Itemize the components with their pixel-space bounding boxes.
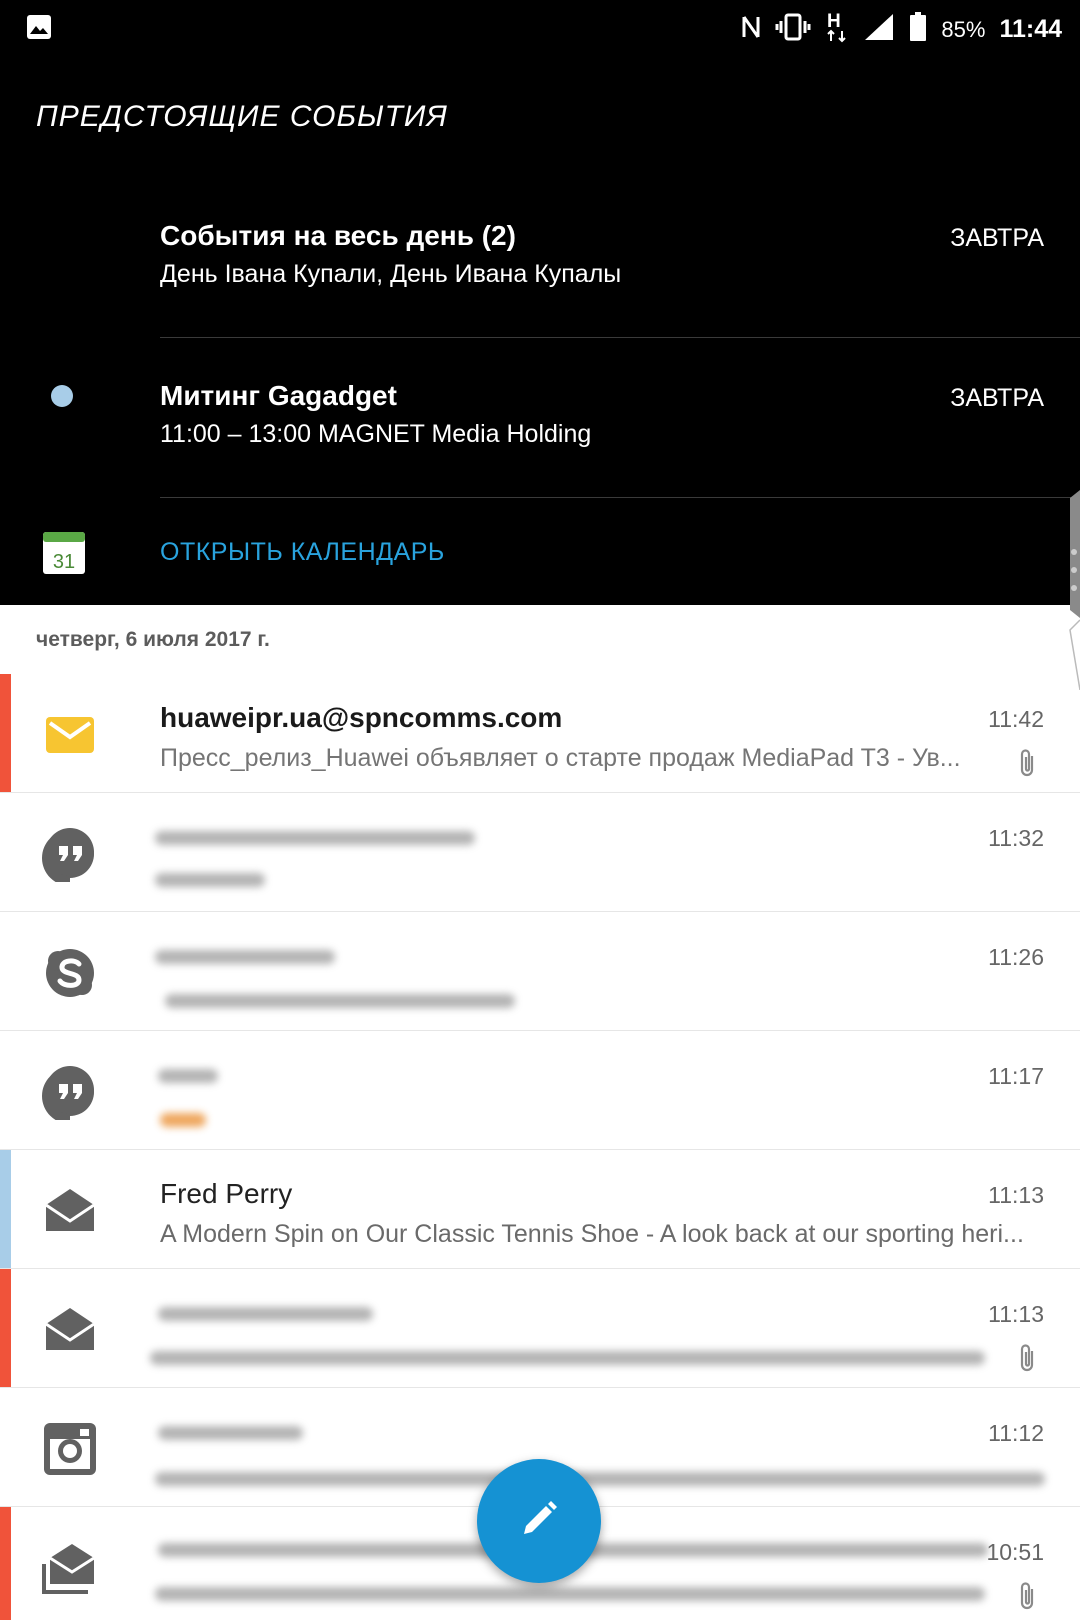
snippet: Пресс_релиз_Huawei объявляет о старте пр… xyxy=(160,744,961,772)
battery-icon xyxy=(909,12,927,47)
redacted-snippet xyxy=(165,994,515,1008)
attachment-icon xyxy=(1018,1581,1038,1616)
svg-text:31: 31 xyxy=(53,551,75,573)
vibrate-icon xyxy=(775,13,811,46)
date-header: четверг, 6 июля 2017 г. xyxy=(36,628,270,651)
event-when: ЗАВТРА xyxy=(950,224,1044,252)
image-icon xyxy=(26,14,52,45)
email-icon xyxy=(42,707,98,763)
nfc-icon xyxy=(741,13,761,46)
priority-stripe xyxy=(0,1507,11,1620)
time: 11:12 xyxy=(988,1420,1044,1446)
clock: 11:44 xyxy=(999,15,1062,43)
hangouts-icon xyxy=(42,1064,98,1124)
pencil-icon xyxy=(518,1498,560,1545)
notification-row[interactable]: 11:13 xyxy=(0,1269,1080,1388)
notification-row[interactable]: 11:32 xyxy=(0,793,1080,912)
open-envelope-icon xyxy=(42,1183,98,1239)
time: 11:17 xyxy=(988,1063,1044,1089)
sender: huaweipr.ua@spncomms.com xyxy=(160,702,563,733)
redacted-emoji xyxy=(160,1113,206,1127)
time: 11:32 xyxy=(988,825,1044,851)
event-all-day[interactable]: События на весь день (2) День Івана Купа… xyxy=(0,220,1080,310)
redacted-title xyxy=(155,831,475,845)
calendar-icon[interactable]: 31 xyxy=(42,531,86,580)
divider xyxy=(160,337,1080,338)
stacked-envelope-icon xyxy=(42,1540,98,1596)
event-title: Митинг Gagadget xyxy=(160,380,397,411)
notification-row[interactable]: huaweipr.ua@spncomms.com Пресс_релиз_Hua… xyxy=(0,674,1080,793)
redacted-snippet xyxy=(150,1351,985,1365)
hangouts-icon xyxy=(42,826,98,886)
redacted-snippet xyxy=(155,1472,1045,1486)
event-meeting[interactable]: Митинг Gagadget 11:00 – 13:00 MAGNET Med… xyxy=(0,380,1080,470)
network-arrows-icon: H xyxy=(825,10,849,49)
time: 11:13 xyxy=(988,1182,1044,1208)
notification-row[interactable]: 11:17 xyxy=(0,1031,1080,1150)
snippet: A Modern Spin on Our Classic Tennis Shoe… xyxy=(160,1220,1024,1248)
notification-row[interactable]: 11:26 xyxy=(0,912,1080,1031)
sender: Fred Perry xyxy=(160,1178,293,1209)
priority-stripe xyxy=(0,1150,11,1268)
svg-text:H: H xyxy=(827,11,841,32)
attachment-icon xyxy=(1018,1343,1038,1378)
event-when: ЗАВТРА xyxy=(950,384,1044,412)
instagram-icon xyxy=(42,1421,98,1477)
time: 11:42 xyxy=(988,706,1044,732)
redacted-title xyxy=(158,1426,303,1440)
open-envelope-icon xyxy=(42,1302,98,1358)
event-subtitle: 11:00 – 13:00 MAGNET Media Holding xyxy=(160,420,592,448)
status-bar: H 85% 11:44 xyxy=(0,0,1080,54)
time: 11:26 xyxy=(988,944,1044,970)
drawer-handle[interactable] xyxy=(1064,490,1080,691)
priority-stripe xyxy=(0,674,11,792)
time: 11:13 xyxy=(988,1301,1044,1327)
redacted-title xyxy=(158,1069,218,1083)
signal-icon xyxy=(863,12,895,47)
redacted-snippet xyxy=(155,873,265,887)
redacted-title xyxy=(158,1307,373,1321)
notification-row[interactable]: Fred Perry A Modern Spin on Our Classic … xyxy=(0,1150,1080,1269)
event-subtitle: День Івана Купали, День Ивана Купалы xyxy=(160,260,622,288)
battery-percent: 85% xyxy=(941,16,986,42)
redacted-snippet xyxy=(155,1587,985,1601)
upcoming-events-panel: H 85% 11:44 ПРЕДСТОЯЩИЕ СОБЫТИЯ События … xyxy=(0,0,1080,691)
redacted-title xyxy=(155,950,335,964)
section-title: ПРЕДСТОЯЩИЕ СОБЫТИЯ xyxy=(36,100,448,133)
attachment-icon xyxy=(1018,748,1038,783)
divider xyxy=(160,497,1080,498)
event-title: События на весь день (2) xyxy=(160,220,516,251)
time: 10:51 xyxy=(986,1539,1044,1565)
priority-stripe xyxy=(0,1269,11,1387)
compose-button[interactable] xyxy=(477,1459,601,1583)
open-calendar-link[interactable]: ОТКРЫТЬ КАЛЕНДАРЬ xyxy=(160,538,445,567)
skype-icon xyxy=(42,945,98,1001)
